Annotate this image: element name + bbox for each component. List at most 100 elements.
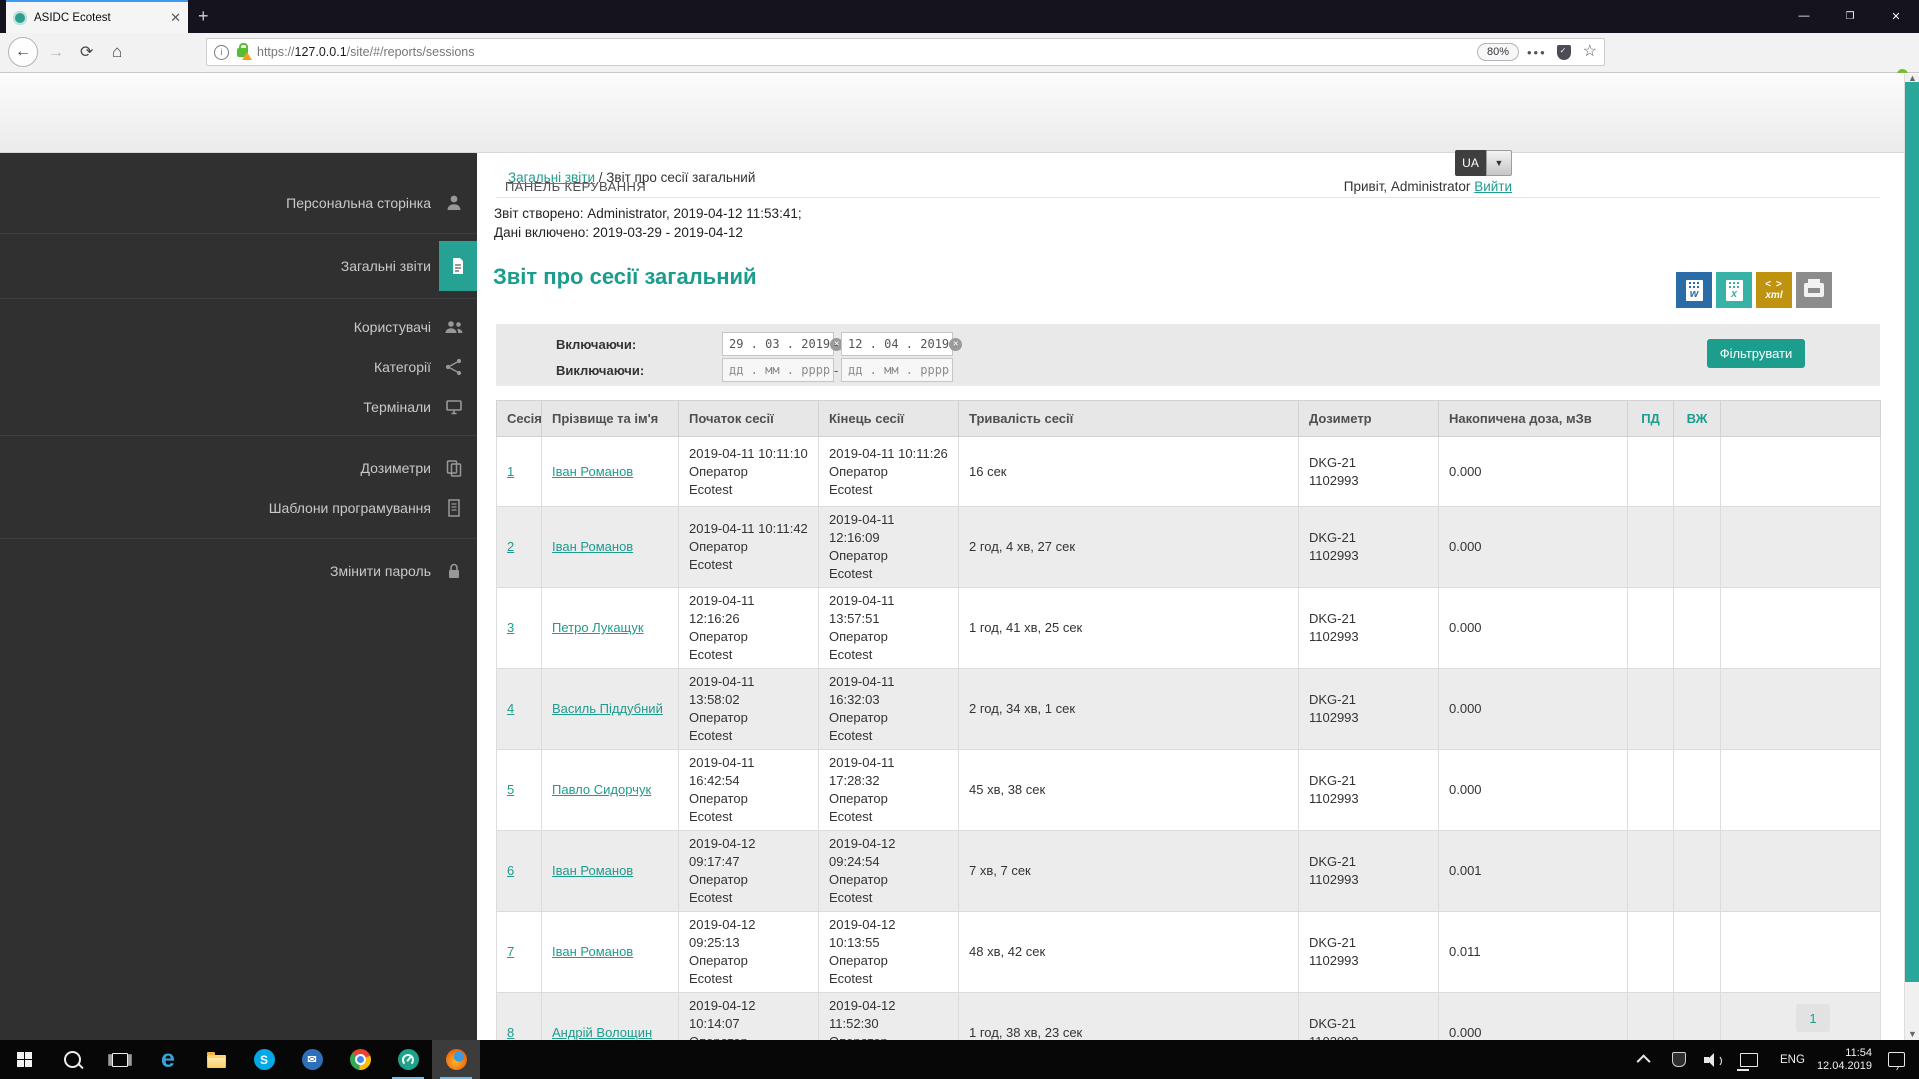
include-to-date-input[interactable]: 12 . 04 . 2019 ✕ — [841, 332, 963, 356]
chevron-down-icon[interactable]: ▼ — [1486, 150, 1512, 176]
printer-icon — [1804, 279, 1824, 297]
export-word-button[interactable]: w — [1676, 272, 1712, 308]
exclude-label: Виключаючи: — [556, 363, 645, 378]
clear-date-icon[interactable]: ✕ — [949, 337, 963, 351]
edge-button[interactable]: e — [144, 1040, 192, 1079]
url-bar[interactable]: i https://127.0.0.1/site/#/reports/sessi… — [206, 38, 1605, 66]
pagination-page-1[interactable]: 1 — [1796, 1004, 1830, 1032]
taskbar: e S ✉ ENG 11:54 12.04.2019 — [0, 1040, 1919, 1079]
home-button[interactable]: ⌂ — [112, 43, 122, 60]
session-row: 2 Іван Романов 2019-04-11 10:11:42 Оператор… — [496, 506, 1881, 588]
user-name-link[interactable]: Петро Лукащук — [552, 620, 644, 635]
user-name-link[interactable]: Іван Романов — [552, 539, 633, 554]
app-header: ASIDC ECTEST® ПАНЕЛЬ КЕРУВАННЯ UA ▼ Прив… — [0, 73, 1919, 208]
defender-shield-icon[interactable] — [1672, 1052, 1687, 1067]
session-end-cell: 2019-04-11 10:11:26 Оператор Ecotest — [818, 436, 959, 507]
tab-close-icon[interactable]: ✕ — [170, 11, 181, 24]
page-actions-icon[interactable]: ••• — [1527, 45, 1547, 60]
filter-button[interactable]: Фільтрувати — [1707, 339, 1805, 368]
session-link[interactable]: 4 — [507, 701, 514, 716]
skype-button[interactable]: S — [240, 1040, 288, 1079]
monitoring-app-button[interactable] — [384, 1040, 432, 1079]
back-button[interactable]: ← — [8, 37, 38, 67]
browser-tab[interactable]: ASIDC Ecotest ✕ — [6, 0, 188, 33]
column-header — [1720, 400, 1881, 437]
divider — [496, 197, 1880, 198]
sidebar-item-dosimeter[interactable]: Дозиметри — [0, 448, 477, 488]
pocket-shield-icon[interactable] — [1556, 44, 1571, 60]
thunderbird-button[interactable]: ✉ — [288, 1040, 336, 1079]
keyboard-language[interactable]: ENG — [1780, 1054, 1805, 1066]
tray-expand-icon[interactable] — [1636, 1053, 1651, 1068]
range-dash: - — [834, 337, 839, 352]
start-button[interactable] — [0, 1040, 48, 1079]
print-button[interactable] — [1796, 272, 1832, 308]
scroll-down-icon[interactable]: ▼ — [1908, 1029, 1917, 1039]
categories-icon — [444, 357, 464, 377]
mixed-content-lock-icon[interactable] — [237, 42, 252, 60]
sidebar-item-report[interactable]: Загальні звіти — [0, 236, 477, 296]
sidebar-item-users[interactable]: Користувачі — [0, 307, 477, 347]
sidebar-item-terminals[interactable]: Термінали — [0, 387, 477, 427]
chrome-button[interactable] — [336, 1040, 384, 1079]
search-button[interactable] — [48, 1040, 96, 1079]
export-xml-button[interactable]: < > xml — [1756, 272, 1792, 308]
session-link[interactable]: 8 — [507, 1025, 514, 1040]
folder-icon — [206, 1051, 226, 1068]
breadcrumb-current: Звіт про сесії загальний — [606, 170, 756, 185]
report-icon — [448, 256, 468, 276]
session-end-cell: 2019-04-12 09:24:54 Оператор Ecotest — [818, 830, 959, 912]
duration-cell: 7 хв, 7 сек — [958, 830, 1299, 912]
session-link[interactable]: 1 — [507, 464, 514, 479]
name-cell: Іван Романов — [541, 830, 679, 912]
include-from-date-input[interactable]: 29 . 03 . 2019 ✕ — [722, 332, 844, 356]
sidebar-item-lock[interactable]: Змінити пароль — [0, 551, 477, 591]
sidebar-item-categories[interactable]: Категорії — [0, 347, 477, 387]
action-center-icon[interactable] — [1888, 1052, 1905, 1067]
new-tab-button[interactable]: + — [198, 7, 209, 25]
session-end-cell: 2019-04-11 12:16:09 Оператор Ecotest — [818, 506, 959, 588]
export-excel-button[interactable]: x — [1716, 272, 1752, 308]
user-name-link[interactable]: Іван Романов — [552, 863, 633, 878]
session-link[interactable]: 7 — [507, 944, 514, 959]
volume-icon[interactable] — [1704, 1052, 1723, 1067]
page-info-icon[interactable]: i — [214, 44, 229, 60]
logout-link[interactable]: Вийти — [1474, 179, 1512, 194]
empty-cell — [1720, 668, 1881, 750]
window-close-button[interactable]: ✕ — [1873, 0, 1919, 32]
session-link[interactable]: 5 — [507, 782, 514, 797]
column-header: ПД — [1627, 400, 1674, 437]
user-name-link[interactable]: Павло Сидорчук — [552, 782, 651, 797]
session-cell: 7 — [496, 911, 542, 993]
scrollbar-thumb[interactable] — [1905, 82, 1919, 982]
reload-button[interactable]: ⟳ — [80, 45, 93, 61]
sidebar-item-person[interactable]: Персональна сторінка — [0, 179, 477, 227]
user-name-link[interactable]: Іван Романов — [552, 464, 633, 479]
session-link[interactable]: 6 — [507, 863, 514, 878]
language-select[interactable]: UA ▼ — [1455, 150, 1512, 176]
bookmark-star-icon[interactable]: ☆ — [1583, 44, 1597, 60]
breadcrumb-parent-link[interactable]: Загальні звіти — [508, 170, 595, 185]
exclude-to-date-input[interactable]: дд . мм . рррр — [841, 358, 953, 382]
firefox-button[interactable] — [432, 1040, 480, 1079]
window-minimize-button[interactable]: — — [1781, 0, 1827, 32]
user-name-link[interactable]: Василь Піддубний — [552, 701, 663, 716]
clock[interactable]: 11:54 12.04.2019 — [1817, 1047, 1872, 1073]
session-link[interactable]: 2 — [507, 539, 514, 554]
window-restore-button[interactable]: ❐ — [1827, 0, 1873, 32]
task-view-button[interactable] — [96, 1040, 144, 1079]
network-icon[interactable] — [1737, 1052, 1759, 1071]
table-header-row: Сесія Прізвище та ім'я Початок сесії Кінець… — [496, 400, 1881, 437]
session-link[interactable]: 3 — [507, 620, 514, 635]
sidebar-item-templates[interactable]: Шаблони програмування — [0, 488, 477, 528]
session-end-cell: 2019-04-11 17:28:32 Оператор Ecotest — [818, 749, 959, 831]
user-name-link[interactable]: Андрій Волощин — [552, 1025, 652, 1040]
file-explorer-button[interactable] — [192, 1040, 240, 1079]
user-name-link[interactable]: Іван Романов — [552, 944, 633, 959]
column-header: Кінець сесії — [818, 400, 959, 437]
exclude-from-date-input[interactable]: дд . мм . рррр — [722, 358, 834, 382]
dosimeter-cell: DKG-211102993 — [1298, 587, 1439, 669]
scrollbar[interactable]: ▲ ▼ — [1904, 73, 1919, 1040]
zoom-level-badge[interactable]: 80% — [1476, 43, 1519, 61]
forward-button[interactable]: → — [48, 45, 64, 61]
